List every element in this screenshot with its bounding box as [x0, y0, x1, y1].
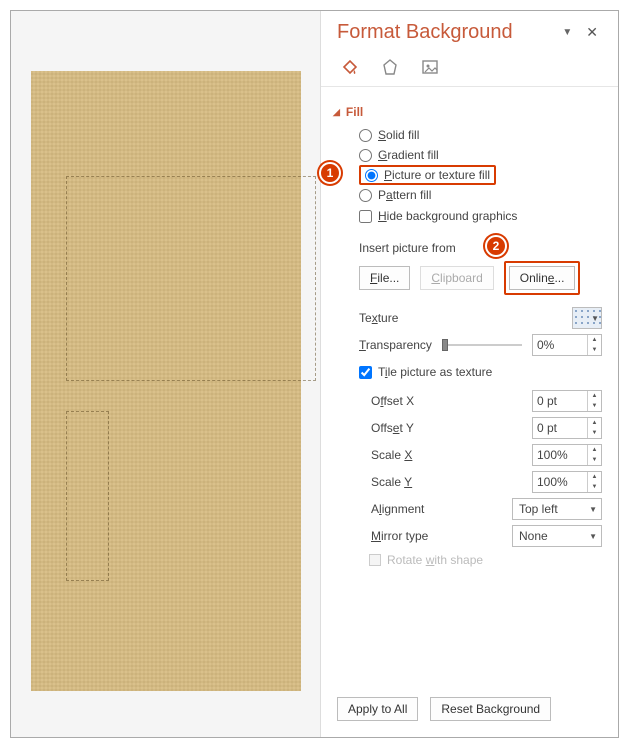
category-tabs: [339, 56, 602, 78]
scale-y-input[interactable]: 100% ▲▼: [532, 471, 602, 493]
radio-pattern-fill[interactable]: Pattern fillPattern fill: [359, 185, 602, 205]
spin-up-icon: ▲: [588, 335, 601, 345]
panel-options-chevron-icon[interactable]: ▼: [562, 27, 572, 38]
effects-tab-icon[interactable]: [379, 56, 401, 78]
highlight-picture-fill: Picture or texture fillPicture or textur…: [359, 165, 496, 185]
apply-to-all-button[interactable]: Apply to All: [337, 697, 418, 721]
rotate-with-shape-checkbox: Rotate with shapeRotate with shape: [369, 553, 602, 567]
texture-label: TextureTexture: [359, 311, 562, 325]
mirror-type-select[interactable]: None▼: [512, 525, 602, 547]
radio-gradient-fill[interactable]: Gradient fillGradient fill: [359, 145, 602, 165]
offset-y-label: Offset YOffset Y: [371, 421, 522, 435]
scale-y-label: Scale YScale Y: [371, 475, 522, 489]
body-placeholder[interactable]: [66, 411, 109, 581]
mirror-type-label: Mirror typeMirror type: [371, 529, 502, 543]
checkbox-hide-bg-graphics[interactable]: Hide background graphicsHide background …: [359, 205, 602, 229]
texture-picker[interactable]: ▼: [572, 307, 602, 329]
close-icon[interactable]: ✕: [582, 24, 602, 41]
transparency-slider[interactable]: [442, 337, 522, 353]
offset-x-label: Offset XOffset X: [371, 394, 522, 408]
transparency-input[interactable]: 0% ▲▼: [532, 334, 602, 356]
offset-x-input[interactable]: 0 pt ▲▼: [532, 390, 602, 412]
insert-file-button[interactable]: FilFile...e...: [359, 266, 410, 290]
highlight-online-button: Online...Online...: [504, 261, 581, 295]
picture-tab-icon[interactable]: [419, 56, 441, 78]
radio-picture-texture-fill[interactable]: Picture or texture fillPicture or textur…: [365, 168, 490, 182]
reset-background-button[interactable]: Reset Background: [430, 697, 551, 721]
callout-1: 1: [319, 162, 341, 184]
collapse-triangle-icon: ◢: [333, 107, 340, 118]
transparency-label: TransparencyTransparency: [359, 338, 432, 352]
title-placeholder[interactable]: [66, 176, 316, 381]
scale-x-label: Scale XScale X: [371, 448, 522, 462]
window-frame: Format Background ▼ ✕ ◢: [10, 10, 619, 738]
format-background-panel: Format Background ▼ ✕ ◢: [321, 11, 618, 737]
panel-title: Format Background: [337, 21, 513, 44]
slide-canvas: [31, 71, 301, 691]
slide-preview-area: [11, 11, 320, 737]
checkbox-tile-picture[interactable]: Tile picture as textureTile picture as t…: [359, 361, 602, 385]
insert-online-button[interactable]: Online...Online...: [509, 266, 576, 290]
insert-clipboard-button: ClipboardClipboard: [420, 266, 493, 290]
callout-2: 2: [485, 235, 507, 257]
fill-tab-icon[interactable]: [339, 56, 361, 78]
fill-section-label: Fill: [346, 105, 363, 119]
alignment-select[interactable]: Top left▼: [512, 498, 602, 520]
insert-picture-from-label: Insert picture from: [359, 241, 456, 255]
alignment-label: AlignmentAlignment: [371, 502, 502, 516]
radio-solid-fill[interactable]: SSolid fillolid fill: [359, 125, 602, 145]
spin-down-icon: ▼: [588, 345, 601, 355]
offset-y-input[interactable]: 0 pt ▲▼: [532, 417, 602, 439]
scale-x-input[interactable]: 100% ▲▼: [532, 444, 602, 466]
fill-section-header[interactable]: ◢ Fill: [333, 105, 602, 119]
